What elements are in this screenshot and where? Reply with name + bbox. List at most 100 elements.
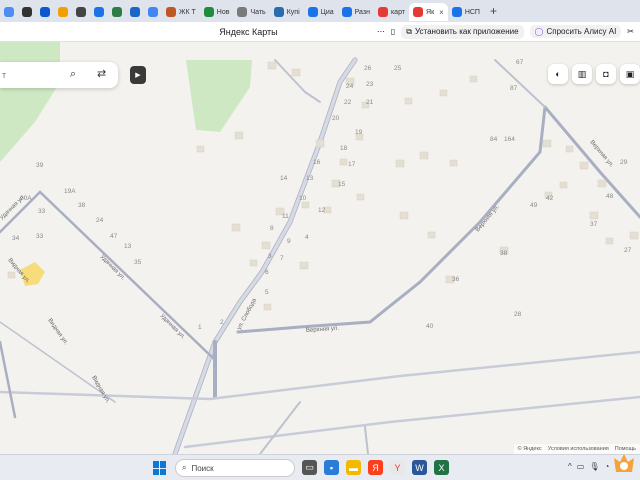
- excel-icon[interactable]: X: [434, 460, 449, 475]
- layers-icon[interactable]: ◐: [548, 64, 568, 84]
- route-icon[interactable]: ⇄: [97, 67, 106, 80]
- browser-tab[interactable]: [126, 3, 144, 21]
- map-canvas[interactable]: 26 25 24 23 22 21 20 19 18 17 16 15 14 13 12 11 10 9 8 7 6 5 4…: [0, 42, 640, 454]
- tab-favicon-icon: [341, 7, 352, 17]
- buildings: [7, 61, 639, 311]
- tab-label: Купі: [286, 8, 300, 16]
- browser-tab[interactable]: [54, 3, 72, 21]
- house-number: 47: [110, 233, 118, 240]
- new-tab-icon[interactable]: +: [484, 4, 503, 18]
- system-tray: ^ ▭ 🎙 ◔: [568, 462, 609, 471]
- yandex-app-icon[interactable]: Y: [390, 460, 405, 475]
- search-icon[interactable]: ⌕: [70, 68, 76, 81]
- house-number: 10: [299, 195, 307, 202]
- house-number: 37: [590, 221, 598, 228]
- browser-tab[interactable]: [0, 3, 18, 21]
- green-area-left: [0, 42, 60, 162]
- network-icon[interactable]: ◔: [604, 462, 609, 471]
- tab-favicon-icon: [94, 7, 104, 17]
- windows-taskbar: ⌕ Поиск ▭ ▪ ▬ Я Y W X ^ ▭ 🎙 ◔: [0, 454, 640, 480]
- house-number: 49: [530, 202, 538, 209]
- browser-tab[interactable]: карт: [374, 3, 409, 21]
- house-number: 28: [514, 311, 522, 318]
- yandex-browser-icon[interactable]: Я: [368, 460, 383, 475]
- tab-favicon-icon: [451, 7, 462, 17]
- house-number: 1: [198, 324, 202, 331]
- house-number: 87: [510, 85, 518, 92]
- camera-app-icon[interactable]: ▪: [324, 460, 339, 475]
- tab-favicon-icon: [40, 7, 50, 17]
- house-number: 18: [340, 145, 348, 152]
- house-number: 16: [313, 159, 321, 166]
- bookmark-icon[interactable]: ▯: [391, 27, 395, 36]
- fox-mascot-icon[interactable]: [612, 448, 636, 474]
- terms-link[interactable]: Условия использования: [548, 446, 609, 452]
- language-icon[interactable]: ▭: [577, 462, 585, 471]
- camera-icon[interactable]: ◘: [596, 64, 616, 84]
- task-view-icon[interactable]: ▭: [302, 460, 317, 475]
- house-number: 15: [338, 181, 346, 188]
- more-icon[interactable]: ⋯: [377, 27, 385, 36]
- tab-label: Разн: [354, 8, 370, 16]
- browser-tab[interactable]: ЖК Т: [162, 3, 200, 21]
- house-number: 34: [12, 235, 20, 242]
- search-icon: ⌕: [182, 463, 187, 472]
- address-bar: Яндекс Карты ⋯ ▯ ⧉ Установить как приложе…: [0, 22, 640, 42]
- tab-favicon-icon: [58, 7, 68, 17]
- house-number: 24: [96, 217, 104, 224]
- house-number: 22: [344, 99, 352, 106]
- house-number: 67: [516, 59, 524, 66]
- panorama-icon[interactable]: ▥: [572, 64, 592, 84]
- word-icon[interactable]: W: [412, 460, 427, 475]
- house-number: 4: [305, 234, 309, 241]
- tools-icon[interactable]: ✂: [627, 27, 634, 36]
- tab-favicon-icon: [377, 7, 388, 17]
- tab-label: Чать: [250, 8, 266, 16]
- house-number: 12: [318, 207, 326, 214]
- tab-label: карт: [390, 8, 406, 16]
- taskbar-search[interactable]: ⌕ Поиск: [175, 459, 295, 477]
- chevron-up-icon[interactable]: ^: [568, 462, 572, 471]
- house-number: 19А: [64, 188, 76, 195]
- browser-tab[interactable]: НСП: [448, 3, 484, 21]
- browser-tab[interactable]: Нов: [200, 3, 234, 21]
- house-number: 5: [265, 289, 269, 296]
- tab-favicon-icon: [112, 7, 122, 17]
- browser-tab[interactable]: [18, 3, 36, 21]
- tab-label: Нов: [216, 8, 230, 16]
- house-number: 27: [624, 247, 632, 254]
- browser-tab[interactable]: Разн: [338, 3, 374, 21]
- browser-tab[interactable]: [144, 3, 162, 21]
- close-tab-icon[interactable]: ×: [439, 8, 444, 17]
- map-layer-controls: ◐ ▥ ◘ ▣: [548, 64, 640, 84]
- tab-favicon-icon: [203, 7, 214, 17]
- browser-tab[interactable]: Як ×: [409, 3, 448, 21]
- ask-alice-button[interactable]: ◯ Спросить Алису AI: [529, 25, 622, 38]
- mic-icon[interactable]: 🎙: [589, 462, 599, 471]
- tab-label: НСП: [464, 8, 480, 16]
- browser-tab[interactable]: Чать: [233, 3, 269, 21]
- street-label: Верхняя ул.: [306, 326, 340, 334]
- tab-label: Циа: [320, 8, 334, 16]
- map-search-input[interactable]: т ⌕ ⇄: [0, 62, 118, 88]
- house-number: 6: [265, 269, 269, 276]
- roads: [0, 57, 640, 454]
- browser-tab[interactable]: [108, 3, 126, 21]
- house-number: 42: [546, 195, 554, 202]
- windows-start-icon[interactable]: [153, 461, 167, 475]
- browser-tab[interactable]: [36, 3, 54, 21]
- collapse-panel-button[interactable]: ▶: [130, 66, 146, 84]
- explorer-icon[interactable]: ▬: [346, 460, 361, 475]
- browser-tab[interactable]: [72, 3, 90, 21]
- install-app-button[interactable]: ⧉ Установить как приложение: [401, 24, 524, 39]
- browser-tab[interactable]: [90, 3, 108, 21]
- house-number: 26: [364, 65, 372, 72]
- house-number: 7: [280, 255, 284, 262]
- browser-tab[interactable]: Купі: [270, 3, 304, 21]
- bus-icon[interactable]: ▣: [620, 64, 640, 84]
- browser-tab-strip: ЖК Т Нов Чать Купі Циа Разн карт Як × НСП +: [0, 0, 640, 22]
- house-number: 17: [348, 161, 356, 168]
- browser-tab[interactable]: Циа: [304, 3, 338, 21]
- tab-favicon-icon: [76, 7, 86, 17]
- house-number: 33: [38, 208, 46, 215]
